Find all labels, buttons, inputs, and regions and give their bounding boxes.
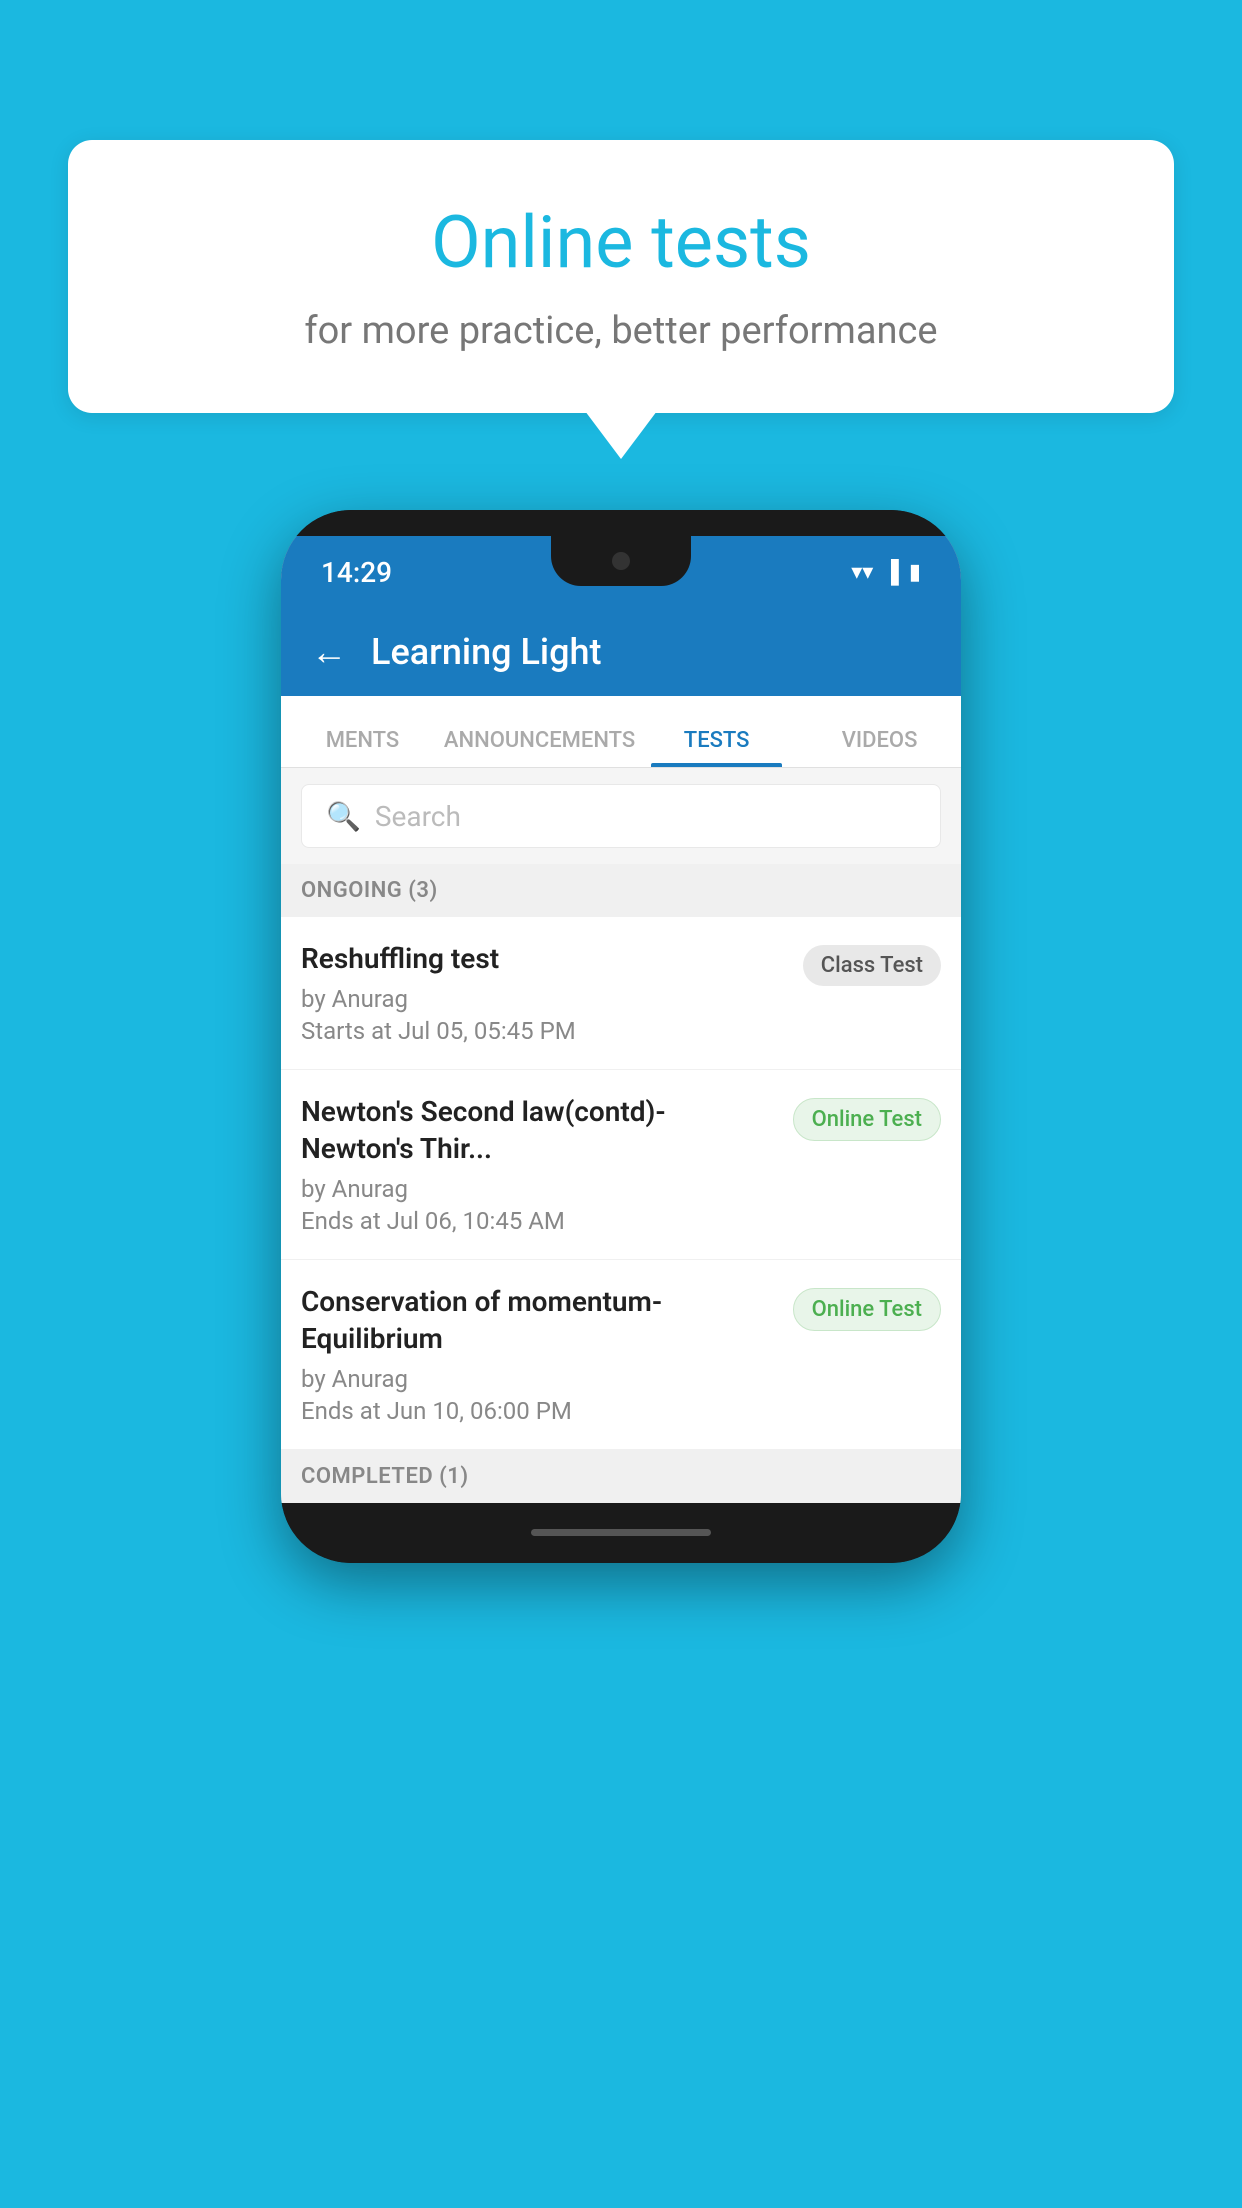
status-time: 14:29 (321, 556, 392, 589)
test-badge-3: Online Test (793, 1288, 941, 1331)
test-item-newtons[interactable]: Newton's Second law(contd)-Newton's Thir… (281, 1070, 961, 1260)
status-bar: 14:29 ▾▾ ▐ ▮ (281, 536, 961, 608)
phone-screen: 14:29 ▾▾ ▐ ▮ ← Learning Light (281, 536, 961, 1503)
test-name-3: Conservation of momentum-Equilibrium (301, 1284, 777, 1357)
search-container: 🔍 Search (281, 768, 961, 864)
tab-ments[interactable]: MENTS (281, 728, 444, 767)
test-time-1: Starts at Jul 05, 05:45 PM (301, 1017, 787, 1045)
battery-icon: ▮ (909, 560, 921, 585)
test-time-2: Ends at Jul 06, 10:45 AM (301, 1207, 777, 1235)
phone-frame: 14:29 ▾▾ ▐ ▮ ← Learning Light (281, 510, 961, 1563)
test-badge-1: Class Test (803, 945, 941, 986)
test-list: Reshuffling test by Anurag Starts at Jul… (281, 917, 961, 1450)
status-icons: ▾▾ ▐ ▮ (851, 559, 921, 585)
wifi-icon: ▾▾ (851, 560, 873, 585)
app-header: ← Learning Light (281, 608, 961, 696)
phone-wrapper: 14:29 ▾▾ ▐ ▮ ← Learning Light (281, 510, 961, 1563)
speech-bubble-section: Online tests for more practice, better p… (68, 140, 1174, 459)
home-indicator[interactable] (531, 1529, 711, 1536)
completed-section-header: COMPLETED (1) (281, 1450, 961, 1503)
ongoing-section-header: ONGOING (3) (281, 864, 961, 917)
bubble-arrow (585, 411, 657, 459)
test-author-3: by Anurag (301, 1365, 777, 1393)
bubble-title: Online tests (148, 200, 1094, 285)
test-item-conservation[interactable]: Conservation of momentum-Equilibrium by … (281, 1260, 961, 1450)
camera (612, 552, 630, 570)
app-title: Learning Light (371, 631, 601, 673)
test-info-3: Conservation of momentum-Equilibrium by … (301, 1284, 793, 1425)
search-bar[interactable]: 🔍 Search (301, 784, 941, 848)
bubble-subtitle: for more practice, better performance (148, 309, 1094, 353)
test-time-3: Ends at Jun 10, 06:00 PM (301, 1397, 777, 1425)
test-name-1: Reshuffling test (301, 941, 787, 977)
bottom-bezel (281, 1503, 961, 1563)
tab-bar: MENTS ANNOUNCEMENTS TESTS VIDEOS (281, 696, 961, 768)
test-info-2: Newton's Second law(contd)-Newton's Thir… (301, 1094, 793, 1235)
back-button[interactable]: ← (311, 631, 347, 673)
tab-tests[interactable]: TESTS (635, 728, 798, 767)
speech-bubble: Online tests for more practice, better p… (68, 140, 1174, 413)
tab-videos[interactable]: VIDEOS (798, 728, 961, 767)
test-item-reshuffling[interactable]: Reshuffling test by Anurag Starts at Jul… (281, 917, 961, 1070)
test-author-2: by Anurag (301, 1175, 777, 1203)
test-info-1: Reshuffling test by Anurag Starts at Jul… (301, 941, 803, 1045)
signal-icon: ▐ (883, 559, 899, 585)
search-input[interactable]: Search (375, 800, 461, 833)
top-bezel (281, 510, 961, 536)
phone-notch (551, 536, 691, 586)
test-author-1: by Anurag (301, 985, 787, 1013)
test-name-2: Newton's Second law(contd)-Newton's Thir… (301, 1094, 777, 1167)
search-icon: 🔍 (326, 800, 361, 833)
test-badge-2: Online Test (793, 1098, 941, 1141)
tab-announcements[interactable]: ANNOUNCEMENTS (444, 728, 635, 767)
